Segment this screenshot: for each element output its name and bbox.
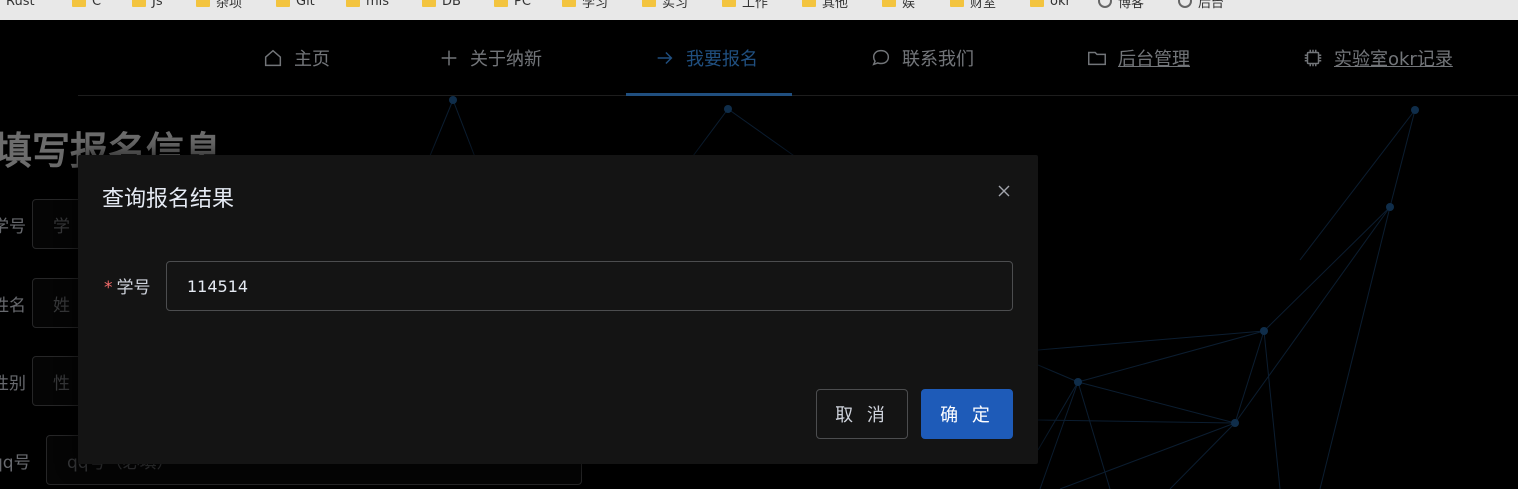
globe-icon (1178, 0, 1192, 8)
folder-icon (722, 0, 736, 7)
bookmark-item[interactable]: DB (422, 0, 461, 10)
bookmark-item[interactable]: Rust (0, 0, 35, 10)
bookmark-item[interactable]: 工作 (722, 0, 768, 11)
folder-icon (562, 0, 576, 7)
close-button[interactable] (994, 181, 1014, 201)
folder-icon (346, 0, 360, 7)
folder-icon (642, 0, 656, 7)
bookmark-item[interactable]: 其他 (802, 0, 848, 11)
bookmark-item[interactable]: 学习 (562, 0, 608, 11)
folder-icon (950, 0, 964, 7)
folder-icon (72, 0, 86, 7)
folder-icon (494, 0, 508, 7)
close-icon (998, 185, 1010, 197)
bookmark-item[interactable]: 后台 (1178, 0, 1224, 11)
bookmark-item[interactable]: Js (132, 0, 163, 10)
bookmark-item[interactable]: PC (494, 0, 531, 10)
student-id-label-text: 学号 (116, 278, 151, 298)
cancel-button[interactable]: 取 消 (816, 389, 908, 439)
bookmarks-bar: Rust C Js 杂项 Git mis DB PC 学习 实习 工作 其他 娱… (0, 0, 1518, 20)
dialog-title: 查询报名结果 (102, 187, 235, 212)
student-id-label: * 学号 (104, 273, 151, 298)
folder-icon (196, 0, 210, 7)
bookmark-item[interactable]: C (72, 0, 101, 10)
bookmark-item[interactable]: 博客 (1098, 0, 1144, 11)
folder-icon (422, 0, 436, 7)
folder-icon (802, 0, 816, 7)
required-mark: * (104, 278, 113, 298)
folder-icon (1030, 0, 1044, 7)
bookmark-item[interactable]: 娱 (882, 0, 915, 11)
folder-icon (132, 0, 146, 7)
confirm-button[interactable]: 确 定 (921, 389, 1013, 439)
bookmark-item[interactable]: Git (276, 0, 315, 10)
globe-icon (1098, 0, 1112, 8)
query-student-id-input[interactable] (166, 261, 1013, 311)
folder-icon (882, 0, 896, 7)
bookmark-item[interactable]: okr (1030, 0, 1071, 10)
bookmark-item[interactable]: 实习 (642, 0, 688, 11)
folder-icon (276, 0, 290, 7)
bookmark-item[interactable]: 杂项 (196, 0, 242, 11)
bookmark-item[interactable]: mis (346, 0, 389, 10)
query-result-dialog: 查询报名结果 *学号 取 消 确 定 (78, 155, 1038, 464)
bookmark-item[interactable]: 财室 (950, 0, 996, 11)
